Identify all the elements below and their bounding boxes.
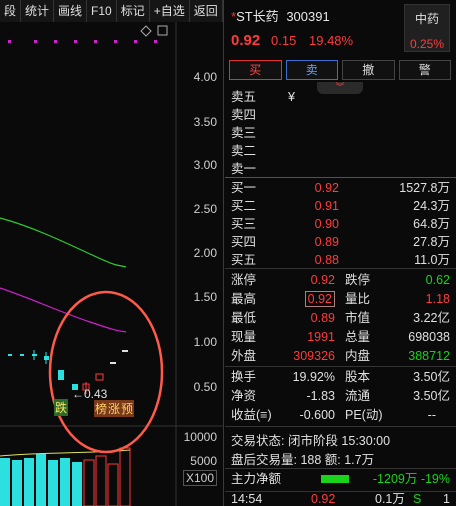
candle [95,373,104,381]
price-change: 0.15 [271,33,297,48]
kline-chart-pane[interactable]: 段 统计 画线 F10 标记 +自选 返回 4.00 3.50 3.00 2.5… [0,0,224,506]
ask-row: 卖五 ¥ [231,90,295,104]
buy-button[interactable]: 买 [229,60,282,80]
volume-bars [0,447,131,506]
industry-name: 中药 [414,12,439,26]
bid-row[interactable]: 买一 0.92 1527.8万 [225,179,456,197]
trade-state: 交易状态: 闭市阶段 15:30:00 [231,434,391,448]
stat-row: 最高 0.92 量比 1.18 [231,291,450,307]
stat-row: 最低 0.89 市值 3.22亿 [231,311,450,325]
ask-row: 卖一 [231,162,257,176]
bid-row[interactable]: 买三 0.90 64.8万 [225,215,456,233]
toolbar-draw-button[interactable]: 画线 [54,0,88,22]
fall-tag[interactable]: 跌 [54,399,69,416]
candle [20,354,24,356]
stat-row: 收益(≡) -0.600 PE(动) -- [231,408,436,422]
industry-pct: 0.25% [409,37,445,51]
rise-tag[interactable]: 涨 [107,400,122,417]
candles [8,350,128,394]
alert-button[interactable]: 警 [398,60,451,80]
bid-row[interactable]: 买四 0.89 27.8万 [225,233,456,251]
cancel-order-button[interactable]: 撤 [342,60,395,80]
quote-panel: *ST长药 300391 0.92 0.15 19.48% 中药 0.25% 买… [225,0,456,506]
chart-toolbar: 段 统计 画线 F10 标记 +自选 返回 [0,0,224,22]
toolbar-add-watchlist-button[interactable]: +自选 [149,0,190,22]
stat-row: 换手 19.92% 股本 3.50亿 [231,370,450,384]
last-price: 0.92 [231,32,261,49]
industry-badge[interactable]: 中药 0.25% [404,4,450,52]
rank-tag[interactable]: 榜 [94,400,109,417]
section-divider [225,268,456,269]
ask-row: 卖二 [231,144,257,158]
toolbar-mark-button[interactable]: 标记 [116,0,150,22]
toolbar-stats-button[interactable]: 统计 [21,0,55,22]
highlight-circle [48,290,164,454]
price-axis-label: 3.50 [193,115,217,129]
stat-row: 涨停 0.92 跌停 0.62 [231,273,450,287]
stock-name: ST长药 [236,9,279,24]
candle [8,354,12,356]
trade-buttons: 买 卖 撤 警 [229,60,451,80]
bid-row[interactable]: 买二 0.91 24.3万 [225,197,456,215]
net-flow-bar [321,475,349,483]
stock-title: *ST长药 300391 [231,6,330,25]
stock-code: 300391 [286,9,330,24]
volume-unit-label: X100 [182,470,217,486]
section-divider [225,366,456,367]
toolbar-f10-button[interactable]: F10 [87,0,117,22]
price-axis-label: 1.50 [193,290,217,304]
pre-tag[interactable]: 预 [120,400,135,417]
price-axis-label: 2.50 [193,202,217,216]
price-axis-label: 2.00 [193,246,217,260]
toolbar-period-button[interactable]: 段 [0,0,22,22]
low-price-marker: ←0.43 [72,387,108,401]
price-axis-label: 4.00 [193,70,217,84]
price-axis-label: 3.00 [193,158,217,172]
last-tick-row: 14:54 0.92 0.1万 S 1 [225,491,456,506]
volume-axis-label: 10000 [183,430,217,444]
price-axis-label: 1.00 [193,335,217,349]
price-change-pct: 19.48% [309,33,354,48]
toolbar-back-button[interactable]: 返回 [189,0,223,22]
ask-row: 卖三 [231,126,257,140]
dotted-reference-line [8,40,157,43]
main-net-flow[interactable]: 主力净额 -1209万 -19% [225,470,456,488]
candle [58,370,64,380]
section-divider [225,468,456,469]
bid-row[interactable]: 买五 0.88 11.0万 [225,251,456,269]
stat-row: 现量 1991 总量 698038 [231,330,450,344]
square-icon[interactable] [157,25,168,36]
ma-green-line [0,217,127,268]
candle [122,350,128,352]
volume-axis-label: 5000 [190,454,217,468]
sell-button[interactable]: 卖 [285,60,338,80]
candle [110,362,116,364]
stat-row: 外盘 309326 内盘 388712 [231,349,450,363]
ask-row: 卖四 [231,108,257,122]
order-book-divider [225,177,456,178]
section-divider [225,426,456,427]
ma-magenta-line [0,287,127,333]
stat-row: 净资 -1.83 流通 3.50亿 [231,389,450,403]
price-axis-label: 0.50 [193,380,217,394]
diamond-icon[interactable] [140,25,152,37]
after-hours-volume: 盘后交易量: 188 额: 1.7万 [231,453,375,467]
quote-header: *ST长药 300391 0.92 0.15 19.48% 中药 0.25% [225,0,456,56]
